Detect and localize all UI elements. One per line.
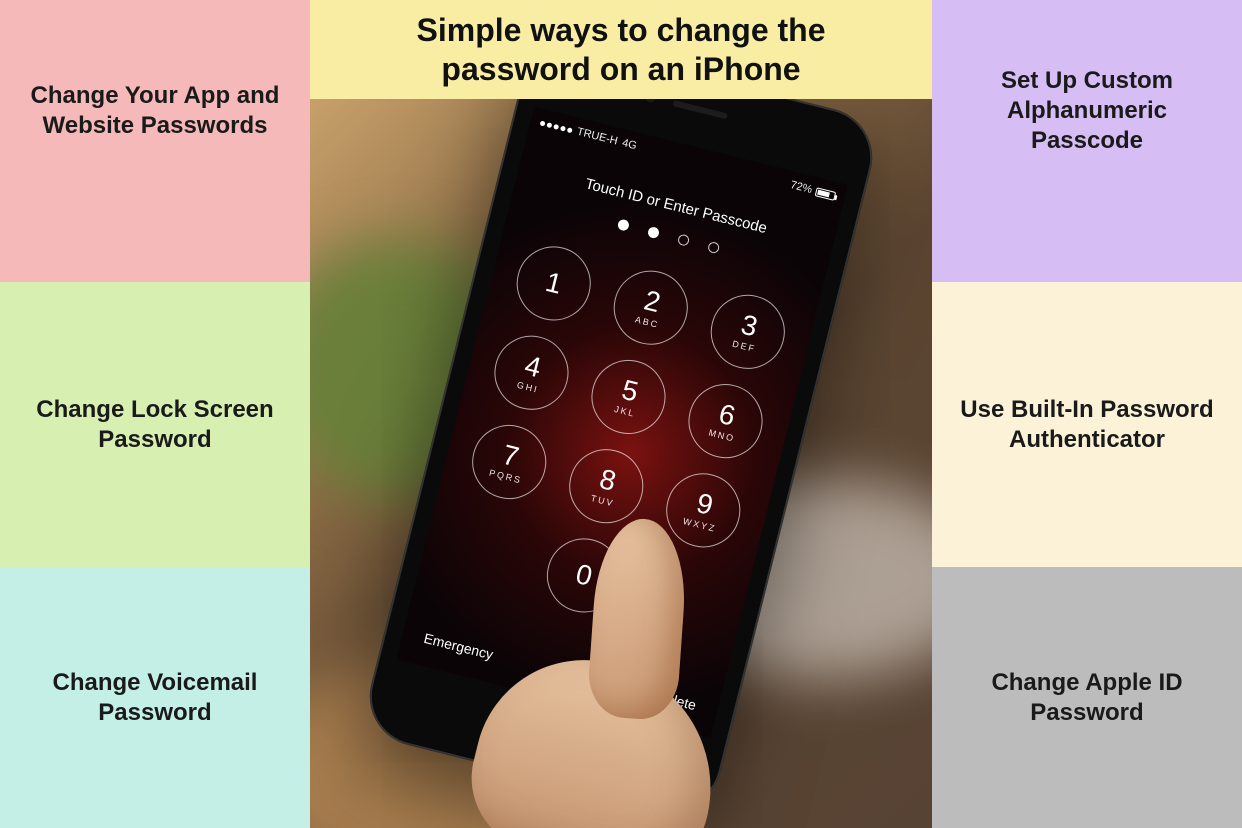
- keypad-key-2[interactable]: 2ABC: [606, 263, 696, 353]
- signal-icon: [540, 120, 573, 133]
- key-number: 8: [597, 465, 619, 496]
- key-number: 9: [694, 489, 716, 520]
- key-number: 1: [543, 268, 565, 299]
- tile-label: Change Voicemail Password: [20, 668, 290, 728]
- keypad-key-9[interactable]: 9WXYZ: [658, 466, 748, 556]
- passcode-dot-filled: [617, 218, 630, 231]
- tile-label: Set Up Custom Alphanumeric Passcode: [952, 66, 1222, 156]
- tile-lock-screen-password: Change Lock Screen Password: [0, 282, 310, 567]
- infographic: Change Your App and Website Passwords Ch…: [0, 0, 1242, 828]
- infographic-title-cell: Simple ways to change the password on an…: [310, 0, 932, 99]
- keypad-key-4[interactable]: 4GHI: [487, 328, 577, 418]
- keypad-key-6[interactable]: 6MNO: [681, 376, 771, 466]
- key-letters: MNO: [708, 428, 737, 444]
- home-button[interactable]: [513, 702, 576, 765]
- key-number: 4: [522, 351, 544, 382]
- keypad-key-3[interactable]: 3DEF: [703, 287, 793, 377]
- battery-icon: [815, 187, 837, 201]
- status-bar: TRUE-H 4G 72%: [529, 114, 846, 204]
- keypad-key-7[interactable]: 7PQRS: [464, 417, 554, 507]
- keypad-key-5[interactable]: 5JKL: [584, 352, 674, 442]
- tile-label: Change Your App and Website Passwords: [20, 81, 290, 141]
- tile-app-website-passwords: Change Your App and Website Passwords: [0, 0, 310, 282]
- infographic-title: Simple ways to change the password on an…: [350, 11, 892, 88]
- tile-label: Change Apple ID Password: [952, 668, 1222, 728]
- keypad-key-8[interactable]: 8TUV: [561, 441, 651, 531]
- passcode-dot-filled: [647, 226, 660, 239]
- bottom-row: Emergency Delete: [401, 625, 719, 719]
- carrier-label: TRUE-H: [576, 126, 619, 148]
- key-number: 0: [573, 560, 595, 591]
- iphone-device: TRUE-H 4G 72% Touch ID or Enter Passcode…: [359, 99, 882, 820]
- emergency-button[interactable]: Emergency: [422, 630, 495, 663]
- tile-custom-alphanumeric: Set Up Custom Alphanumeric Passcode: [932, 0, 1242, 282]
- tile-label: Use Built-In Password Authenticator: [952, 395, 1222, 455]
- front-camera: [645, 99, 657, 103]
- network-label: 4G: [621, 137, 638, 152]
- key-number: 2: [641, 286, 663, 317]
- tile-password-authenticator: Use Built-In Password Authenticator: [932, 282, 1242, 567]
- key-number: 5: [619, 376, 641, 407]
- tile-apple-id-password: Change Apple ID Password: [932, 567, 1242, 828]
- keypad: 12ABC3DEF4GHI5JKL6MNO7PQRS8TUV9WXYZ0: [418, 233, 817, 651]
- keypad-key-1[interactable]: 1: [509, 239, 599, 329]
- earpiece: [672, 100, 728, 119]
- tile-voicemail-password: Change Voicemail Password: [0, 567, 310, 828]
- key-number: 3: [738, 311, 760, 342]
- keypad-key-0[interactable]: 0: [539, 531, 629, 621]
- passcode-dot-empty: [677, 233, 690, 246]
- key-number: 6: [716, 400, 738, 431]
- key-number: 7: [500, 441, 522, 472]
- delete-button[interactable]: Delete: [655, 688, 698, 713]
- passcode-dot-empty: [707, 241, 720, 254]
- battery-percent: 72%: [789, 179, 813, 196]
- center-photo: TRUE-H 4G 72% Touch ID or Enter Passcode…: [310, 99, 932, 828]
- tile-label: Change Lock Screen Password: [20, 395, 290, 455]
